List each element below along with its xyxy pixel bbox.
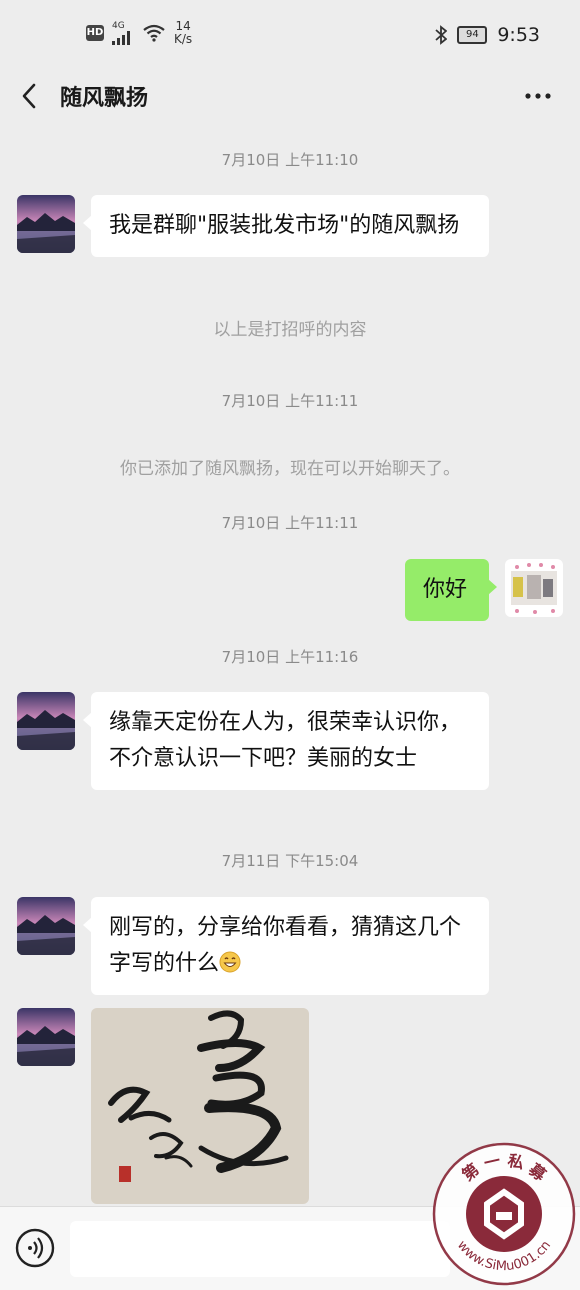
contact-avatar[interactable]: [17, 1008, 75, 1066]
voice-input-icon[interactable]: [14, 1227, 56, 1269]
net-speed-unit: K/s: [174, 32, 193, 46]
timestamp: 7月10日 上午11:11: [221, 514, 359, 532]
avatar-landscape-image: [17, 195, 75, 253]
timestamp: 7月11日 下午15:04: [221, 852, 359, 870]
timestamp: 7月10日 上午11:11: [221, 392, 359, 410]
calligraphy-artwork-image: [91, 1008, 309, 1204]
system-notice: 你已添加了随风飘扬，现在可以开始聊天了。: [120, 459, 460, 479]
battery-icon: 94: [457, 26, 488, 44]
avatar-landscape-image: [17, 692, 75, 750]
timestamp: 7月10日 上午11:10: [221, 151, 359, 169]
my-avatar[interactable]: [505, 559, 563, 617]
message-bubble-incoming[interactable]: 刚写的，分享给你看看，猜猜这几个字写的什么: [83, 897, 489, 995]
avatar-photo-image: [505, 559, 563, 617]
wifi-icon: [143, 24, 165, 42]
back-arrow-icon[interactable]: [18, 80, 42, 112]
avatar-landscape-image: [17, 897, 75, 955]
watermark-logo: 第 一 私 募 www.SiMu001.cn: [432, 1142, 576, 1286]
message-bubble-incoming[interactable]: 我是群聊"服装批发市场"的随风飘扬: [83, 195, 489, 257]
message-bubble-outgoing[interactable]: 你好: [405, 559, 497, 621]
system-notice: 以上是打招呼的内容: [213, 320, 367, 340]
contact-avatar[interactable]: [17, 195, 75, 253]
contact-avatar[interactable]: [17, 692, 75, 750]
status-left: HD 4G 14 K/s: [86, 20, 192, 46]
clock: 9:53: [497, 24, 540, 46]
avatar-landscape-image: [17, 1008, 75, 1066]
message-input[interactable]: [70, 1221, 450, 1277]
message-text: 刚写的，分享给你看看，猜猜这几个字写的什么: [109, 915, 462, 976]
network-type: 4G: [112, 20, 125, 31]
contact-avatar[interactable]: [17, 897, 75, 955]
net-speed-value: 14: [175, 19, 191, 33]
hd-icon: HD: [86, 25, 104, 41]
message-list[interactable]: 7月10日 上午11:10 我是群聊"服装批发市场"的随风飘扬 以上是打招呼的内…: [0, 128, 580, 1206]
chat-header: 随风飘扬: [0, 72, 580, 120]
signal-group: 4G: [112, 20, 134, 45]
timestamp: 7月10日 上午11:16: [221, 648, 359, 666]
message-bubble-incoming[interactable]: 缘靠天定份在人为，很荣幸认识你，不介意认识一下吧？美丽的女士: [83, 692, 489, 790]
message-text: 你好: [423, 577, 468, 602]
grin-emoji-icon: [219, 951, 241, 973]
bluetooth-icon: [435, 25, 448, 45]
status-bar: HD 4G 14 K/s 94 9:53: [0, 0, 580, 72]
message-text: 我是群聊"服装批发市场"的随风飘扬: [109, 213, 460, 238]
more-options-icon[interactable]: [524, 86, 552, 106]
net-speed: 14 K/s: [174, 20, 192, 46]
message-text: 缘靠天定份在人为，很荣幸认识你，不介意认识一下吧？美丽的女士: [109, 710, 462, 771]
calligraphy-image-message[interactable]: [91, 1008, 309, 1204]
status-right: 94 9:53: [435, 24, 540, 46]
chat-title: 随风飘扬: [60, 86, 149, 111]
signal-icon: [112, 30, 130, 45]
